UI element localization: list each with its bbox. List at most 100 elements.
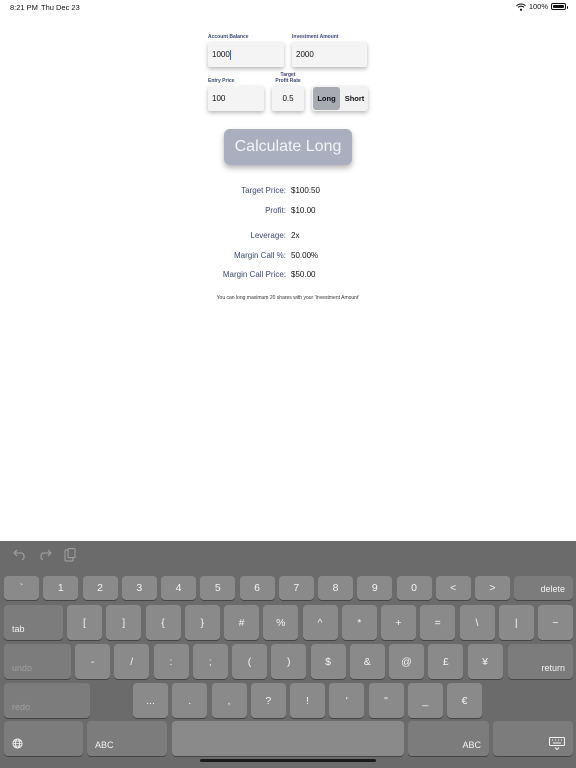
key-row3-1[interactable]: / [114, 644, 150, 679]
calculate-button[interactable]: Calculate Long [224, 129, 352, 165]
target-profit-rate-input[interactable]: 0.5 [272, 86, 304, 111]
wifi-icon [515, 3, 526, 11]
key-row1-1[interactable]: 1 [43, 576, 79, 600]
key-row2-7[interactable]: * [341, 605, 377, 640]
undo-icon[interactable] [13, 548, 27, 560]
key-row2-12[interactable]: ~ [538, 605, 573, 640]
leverage-label: Leverage: [250, 231, 286, 240]
key-row4-5[interactable]: ' [329, 683, 365, 718]
key-row1-6[interactable]: 6 [239, 576, 275, 600]
key-row3-8[interactable]: @ [389, 644, 424, 679]
key-row1-4[interactable]: 4 [161, 576, 196, 600]
key-row1-7[interactable]: 7 [278, 576, 314, 600]
target-profit-rate-label: Target Profit Rate [268, 72, 308, 84]
profit-value: $10.00 [291, 206, 316, 215]
redo-key[interactable]: redo [4, 683, 90, 718]
key-row2-0[interactable]: [ [67, 605, 102, 640]
key-row3-9[interactable]: £ [428, 644, 464, 679]
margin-call-pct-label: Margin Call %: [233, 251, 286, 260]
key-row2-10[interactable]: \ [459, 605, 495, 640]
status-time: 8:21 PM [10, 3, 38, 12]
space-key[interactable] [172, 721, 404, 756]
entry-price-value: 100 [212, 94, 226, 103]
status-date: Thu Dec 23 [41, 3, 80, 12]
key-row1-8[interactable]: 8 [318, 576, 353, 600]
key-row4-4[interactable]: ! [290, 683, 325, 718]
key-row3-7[interactable]: & [349, 644, 385, 679]
text-caret [230, 49, 232, 60]
key-row3-3[interactable]: ; [192, 644, 228, 679]
key-row4-8[interactable]: € [447, 683, 482, 718]
key-row1-3[interactable]: 3 [121, 576, 157, 600]
key-row1-11[interactable]: < [435, 576, 471, 600]
abc-left-key[interactable]: ABC [87, 721, 167, 756]
target-profit-rate-label-line2: Profit Rate [275, 77, 301, 84]
delete-key[interactable]: delete [514, 576, 573, 600]
redo-icon[interactable] [38, 548, 52, 560]
max-shares-note: You can long maximum 20 shares with your… [216, 295, 360, 301]
key-row1-9[interactable]: 9 [357, 576, 393, 600]
key-row2-9[interactable]: = [420, 605, 456, 640]
battery-percent: 100% [528, 2, 548, 11]
status-right: 100% [515, 2, 568, 11]
key-row3-2[interactable]: : [153, 644, 189, 679]
segment-long[interactable]: Long [313, 87, 340, 110]
tab-key[interactable]: tab [4, 605, 63, 640]
keyboard-dismiss-key[interactable] [493, 721, 573, 756]
key-row1-12[interactable]: > [475, 576, 510, 600]
battery-icon [551, 3, 568, 10]
margin-call-price-label: Margin Call Price: [222, 270, 286, 279]
account-balance-value: 1000 [212, 50, 230, 59]
key-row4-3[interactable]: ? [250, 683, 286, 718]
margin-call-price-value: $50.00 [291, 270, 316, 279]
undo-key[interactable]: undo [4, 644, 71, 679]
key-row4-6[interactable]: " [368, 683, 404, 718]
home-indicator [200, 759, 376, 762]
key-row3-0[interactable]: - [75, 644, 110, 679]
key-row2-8[interactable]: + [381, 605, 416, 640]
target-price-value: $100.50 [291, 186, 320, 195]
key-row1-5[interactable]: 5 [200, 576, 236, 600]
key-row2-3[interactable]: } [184, 605, 220, 640]
key-row1-10[interactable]: 0 [396, 576, 432, 600]
account-balance-label: Account Balance [208, 34, 249, 40]
key-row3-10[interactable]: ¥ [467, 644, 503, 679]
key-row4-0[interactable]: ... [133, 683, 168, 718]
key-row4-1[interactable]: . [172, 683, 208, 718]
key-row3-6[interactable]: $ [310, 644, 346, 679]
investment-amount-input[interactable]: 2000 [292, 42, 367, 67]
profit-label: Profit: [265, 206, 286, 215]
segment-short[interactable]: Short [341, 86, 368, 111]
keyboard-toolbar [0, 541, 576, 571]
key-row2-4[interactable]: # [224, 605, 259, 640]
keyboard-dismiss-icon [549, 737, 565, 750]
return-key[interactable]: return [508, 644, 573, 679]
margin-call-pct-value: 50.00% [291, 251, 319, 260]
key-row2-5[interactable]: % [263, 605, 299, 640]
abc-right-key[interactable]: ABC [408, 721, 489, 756]
leverage-value: 2x [291, 231, 300, 240]
key-row2-2[interactable]: { [145, 605, 181, 640]
target-profit-rate-value: 0.5 [282, 94, 294, 103]
key-row2-1[interactable]: ] [106, 605, 142, 640]
entry-price-label: Entry Price [208, 78, 235, 84]
globe-icon [12, 738, 23, 749]
key-row4-7[interactable]: _ [407, 683, 443, 718]
account-balance-input[interactable]: 1000 [208, 42, 284, 67]
key-row2-6[interactable]: ^ [302, 605, 338, 640]
globe-key[interactable] [4, 721, 83, 756]
target-price-label: Target Price: [241, 186, 286, 195]
key-row4-2[interactable]: , [211, 683, 247, 718]
paste-icon[interactable] [64, 548, 76, 562]
status-bar: 8:21 PM Thu Dec 23 100% [0, 0, 576, 14]
key-row1-0[interactable]: ` [4, 576, 39, 600]
key-row3-4[interactable]: ( [232, 644, 267, 679]
investment-amount-value: 2000 [296, 50, 314, 59]
key-row1-2[interactable]: 2 [82, 576, 118, 600]
investment-amount-label: Investment Amount [292, 34, 339, 40]
entry-price-input[interactable]: 100 [208, 86, 264, 111]
key-row2-11[interactable]: | [498, 605, 534, 640]
keyboard: ` 1 2 3 4 5 6 7 8 9 0 < > delete tab[]{} #% ^ * + = \ | ~ undo -… [0, 541, 576, 768]
position-segmented-control: Long Short [312, 86, 368, 111]
key-row3-5[interactable]: ) [271, 644, 307, 679]
